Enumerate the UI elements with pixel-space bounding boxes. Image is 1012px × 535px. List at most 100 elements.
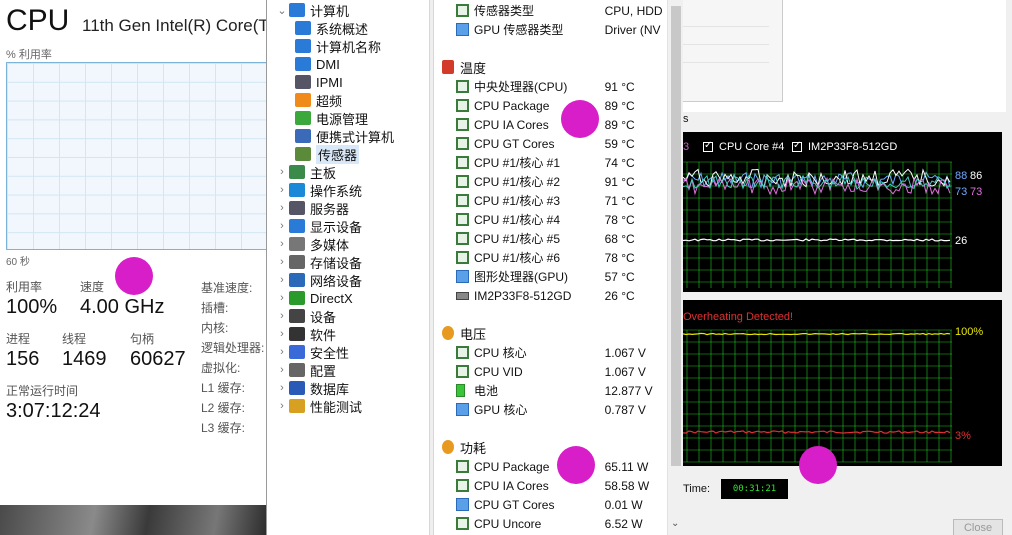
list-item[interactable]: 传感器类型 CPU, HDD (456, 1, 666, 20)
list-item[interactable]: 图形处理器(GPU) 57 °C (456, 267, 666, 286)
tree-item[interactable]: › DirectX (275, 289, 353, 307)
tree-item-label: 多媒体 (310, 237, 350, 253)
checkbox-icon[interactable] (703, 140, 713, 152)
chevron-right-icon[interactable]: › (275, 292, 289, 304)
chevron-right-icon[interactable]: › (275, 274, 289, 286)
tree-item-label: DirectX (310, 290, 353, 306)
chevron-right-icon[interactable]: › (275, 310, 289, 322)
chevron-right-icon[interactable]: › (275, 328, 289, 340)
chip-icon (456, 137, 469, 150)
tree-item[interactable]: 传感器 (295, 144, 360, 164)
chevron-right-icon[interactable]: › (275, 346, 289, 358)
sensor-graph-window: s 3 CPU Core #4 IM2P33F8-512GD 88 86 73 … (683, 0, 1012, 535)
chip-icon (456, 479, 469, 492)
utilization-label: 利用率 (6, 280, 43, 294)
chip-icon (456, 80, 469, 93)
chevron-down-icon[interactable]: ⌄ (275, 4, 289, 17)
chevron-right-icon[interactable]: › (275, 184, 289, 196)
legend-fragment: 3 (683, 141, 690, 153)
sensor-list-scrollbar[interactable]: ⌄ (667, 0, 683, 535)
list-item[interactable]: CPU #1/核心 #3 71 °C (456, 191, 666, 210)
tree-item[interactable]: › 主板 (275, 163, 336, 181)
list-item[interactable]: IM2P33F8-512GD 26 °C (456, 286, 666, 305)
chevron-right-icon[interactable]: › (275, 400, 289, 412)
tree-item[interactable]: 电源管理 (295, 109, 368, 127)
list-item[interactable]: CPU #1/核心 #5 68 °C (456, 229, 666, 248)
checkbox-icon[interactable] (792, 140, 802, 152)
tree-item[interactable]: › 配置 (275, 361, 336, 379)
tree-item[interactable]: 超频 (295, 91, 342, 109)
chevron-right-icon[interactable]: › (275, 256, 289, 268)
laptop-icon (295, 129, 311, 143)
tree-item[interactable]: 系统概述 (295, 19, 368, 37)
close-button[interactable]: Close (953, 519, 1003, 535)
tree-item-label: 便携式计算机 (316, 129, 395, 145)
chevron-right-icon[interactable]: › (275, 202, 289, 214)
tree-item-label: 数据库 (310, 381, 350, 397)
chevron-right-icon[interactable]: › (275, 238, 289, 250)
tree-item[interactable]: IPMI (295, 73, 343, 91)
tree-item[interactable]: 计算机名称 (295, 37, 381, 55)
checkbox-cpu-core-4[interactable]: CPU Core #4 (703, 140, 784, 153)
motherboard-icon (289, 165, 305, 179)
checkbox-ssd[interactable]: IM2P33F8-512GD (792, 140, 897, 153)
spec-logical-processors: 逻辑处理器: (201, 341, 265, 355)
tree-item-label: 操作系统 (310, 183, 363, 199)
list-item[interactable]: GPU 核心 0.787 V (456, 400, 666, 419)
tree-item[interactable]: › 显示设备 (275, 217, 362, 235)
list-item[interactable]: CPU GT Cores 59 °C (456, 134, 666, 153)
tree-item[interactable]: ⌄ 计算机 (275, 1, 349, 19)
chevron-right-icon[interactable]: › (275, 166, 289, 178)
temperature-graph (683, 132, 1002, 292)
list-item[interactable]: GPU 传感器类型 Driver (NV (456, 20, 666, 39)
chip-icon (456, 251, 469, 264)
chevron-right-icon[interactable]: › (275, 364, 289, 376)
tree-item-label: 显示设备 (310, 219, 363, 235)
tree-item[interactable]: › 软件 (275, 325, 336, 343)
list-item[interactable]: CPU Uncore 6.52 W (456, 514, 666, 533)
server-icon (295, 75, 311, 89)
tree-item[interactable]: › 存储设备 (275, 253, 362, 271)
tree-item[interactable]: › 数据库 (275, 379, 349, 397)
list-item[interactable]: CPU VID 1.067 V (456, 362, 666, 381)
list-item[interactable]: CPU #1/核心 #1 74 °C (456, 153, 666, 172)
tree-item[interactable]: › 安全性 (275, 343, 349, 361)
chip-icon (456, 517, 469, 530)
thermometer-icon (442, 60, 454, 74)
speed-label: 速度 (80, 280, 105, 294)
graph-label-86: 86 (970, 170, 983, 182)
list-item[interactable]: CPU #1/核心 #2 91 °C (456, 172, 666, 191)
xbox-icon (289, 291, 305, 305)
list-item[interactable]: CPU IA Cores 58.58 W (456, 476, 666, 495)
tree-item[interactable]: › 设备 (275, 307, 336, 325)
chip-icon (456, 118, 469, 131)
tree-item-label: 软件 (310, 327, 337, 343)
list-item[interactable]: CPU 核心 1.067 V (456, 343, 666, 362)
chip-icon (456, 365, 469, 378)
list-item[interactable]: CPU GT Cores 0.01 W (456, 495, 666, 514)
tab-fragment[interactable]: s (683, 113, 689, 125)
gauge-icon (456, 4, 469, 17)
tree-item[interactable]: › 操作系统 (275, 181, 362, 199)
scroll-down-arrow-icon[interactable]: ⌄ (671, 518, 679, 529)
chevron-right-icon[interactable]: › (275, 220, 289, 232)
tree-item[interactable]: 便携式计算机 (295, 127, 394, 145)
time-label: Time: (683, 483, 711, 495)
tree-item[interactable]: DMI (295, 55, 340, 73)
list-item[interactable]: 电池 12.877 V (456, 381, 666, 400)
list-item[interactable]: 中央处理器(CPU) 91 °C (456, 77, 666, 96)
tree-item[interactable]: › 性能测试 (275, 397, 362, 415)
list-item[interactable]: CPU #1/核心 #6 78 °C (456, 248, 666, 267)
tree-item-label: 主板 (310, 165, 337, 181)
side-panel (683, 0, 783, 102)
tree-item[interactable]: › 多媒体 (275, 235, 349, 253)
chevron-right-icon[interactable]: › (275, 382, 289, 394)
tree-item[interactable]: › 服务器 (275, 199, 349, 217)
tree-item[interactable]: › 网络设备 (275, 271, 362, 289)
benchmark-icon (289, 399, 305, 413)
list-item[interactable]: CPU #1/核心 #4 78 °C (456, 210, 666, 229)
scrollbar-thumb[interactable] (671, 6, 681, 466)
elapsed-time-display: 00:31:21 (721, 479, 788, 499)
uptime-value: 3:07:12:24 (6, 400, 101, 422)
tree-item-label: 电源管理 (316, 111, 369, 127)
